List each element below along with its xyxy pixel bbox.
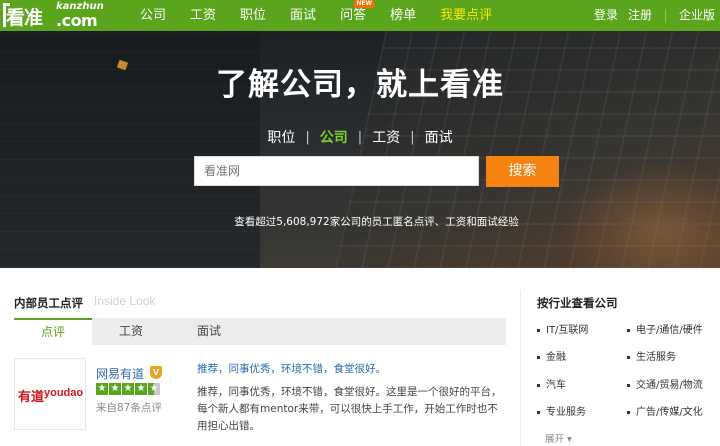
industry-label: 金融 (546, 352, 566, 363)
bullet-icon (537, 383, 540, 387)
industry-auto[interactable]: 汽车 (537, 376, 566, 391)
logo-en-text: youdao (44, 387, 84, 399)
hero-headline: 了解公司，就上看准 (216, 67, 504, 103)
tab-salaries[interactable]: 工资 (92, 318, 170, 345)
star-icon: ★ (109, 383, 121, 395)
hero-banner: 了解公司，就上看准 职位 | 公司 | 工资 | 面试 搜索 查看超过5,608… (0, 31, 720, 268)
bullet-icon (627, 410, 630, 414)
star-icon: ★ (96, 383, 108, 395)
industry-finance[interactable]: 金融 (537, 348, 566, 363)
industry-media[interactable]: 广告/传媒/文化 (627, 403, 703, 418)
industry-it-internet[interactable]: IT/互联网 (537, 321, 588, 336)
star-icon: ★ (135, 383, 147, 395)
industry-label: 汽车 (546, 380, 566, 391)
column-divider (520, 290, 521, 446)
logo-domain-text: .com (56, 11, 98, 30)
expand-industries-link[interactable]: 展开 ▾ (545, 431, 572, 445)
register-link[interactable]: 注册 (623, 0, 657, 31)
review-quote-link[interactable]: 推荐，同事优秀，环境不错，食堂很好。 (197, 361, 386, 376)
tab-reviews[interactable]: 点评 (14, 318, 92, 345)
nav-item-qa-label: 问答 (340, 8, 367, 23)
star-icon: ★ (122, 383, 134, 395)
enterprise-link[interactable]: 企业版 (674, 0, 720, 31)
nav-item-jobs[interactable]: 职位 (228, 0, 278, 31)
industry-life-services[interactable]: 生活服务 (627, 348, 676, 363)
rating-stars: ★ ★ ★ ★ ★ (96, 383, 161, 395)
industry-logistics[interactable]: 交通/贸易/物流 (627, 376, 703, 391)
industry-label: IT/互联网 (546, 325, 589, 336)
nav-item-interview[interactable]: 面试 (278, 0, 328, 31)
login-link[interactable]: 登录 (589, 0, 623, 31)
tab-salary[interactable]: 工资 (362, 127, 410, 147)
new-badge: NEW (354, 0, 375, 8)
review-body: 推荐，同事优秀，环境不错，食堂很好。这里是一个很好的平台，每个新人都有mento… (197, 386, 502, 432)
search-type-tabs: 职位 | 公司 | 工资 | 面试 (0, 127, 720, 147)
main-nav: 公司 工资 职位 面试 问答 NEW 榜单 我要点评 (128, 0, 504, 31)
nav-item-qa[interactable]: 问答 NEW (328, 0, 378, 31)
tab-company[interactable]: 公司 (310, 127, 358, 147)
top-nav-bar: 看准 kanzhun .com 公司 工资 职位 面试 问答 NEW 榜单 我要… (0, 0, 720, 31)
industry-label: 电子/通信/硬件 (636, 325, 703, 336)
search-input[interactable] (194, 156, 479, 186)
reviews-tab-bar: 点评 工资 面试 (14, 318, 506, 345)
logo-cn-text: 有道 (18, 390, 45, 405)
account-links: 登录 注册 企业版 (589, 0, 720, 31)
kanzhun-logo[interactable]: 看准 kanzhun .com (0, 0, 118, 31)
industry-electronics[interactable]: 电子/通信/硬件 (627, 321, 703, 336)
tab-interview[interactable]: 面试 (415, 127, 463, 147)
reviews-title-en: Inside Look (94, 294, 156, 308)
tab-interviews[interactable]: 面试 (170, 318, 248, 345)
nav-item-company[interactable]: 公司 (128, 0, 178, 31)
company-name-link[interactable]: 网易有道 (96, 365, 144, 382)
industry-label: 广告/传媒/文化 (636, 407, 703, 418)
stats-text: 查看超过5,608,972家公司的员工匿名点评、工资和面试经验 (234, 216, 519, 228)
bullet-icon (627, 328, 630, 332)
nav-item-write-review[interactable]: 我要点评 (428, 0, 504, 31)
star-half-icon: ★ (148, 383, 160, 395)
company-logo[interactable]: 有道 youdao (14, 358, 86, 430)
bullet-icon (537, 328, 540, 332)
bullet-icon (627, 355, 630, 359)
industry-professional[interactable]: 专业服务 (537, 403, 586, 418)
tab-jobs[interactable]: 职位 (257, 127, 305, 147)
nav-item-rankings[interactable]: 榜单 (378, 0, 428, 31)
nav-item-salary[interactable]: 工资 (178, 0, 228, 31)
bullet-icon (537, 355, 540, 359)
verified-badge-icon: V (150, 366, 162, 379)
bullet-icon (537, 410, 540, 414)
review-count: 来自87条点评 (96, 402, 162, 414)
industry-label: 生活服务 (636, 352, 676, 363)
logo-brand-text: 看准 (6, 7, 43, 29)
reviews-title: 内部员工点评 (14, 296, 83, 310)
industry-label: 专业服务 (546, 407, 586, 418)
industry-label: 交通/贸易/物流 (636, 380, 703, 391)
search-button[interactable]: 搜索 (486, 156, 559, 187)
industries-title: 按行业查看公司 (537, 296, 618, 310)
nav-divider (664, 8, 666, 23)
bullet-icon (627, 383, 630, 387)
